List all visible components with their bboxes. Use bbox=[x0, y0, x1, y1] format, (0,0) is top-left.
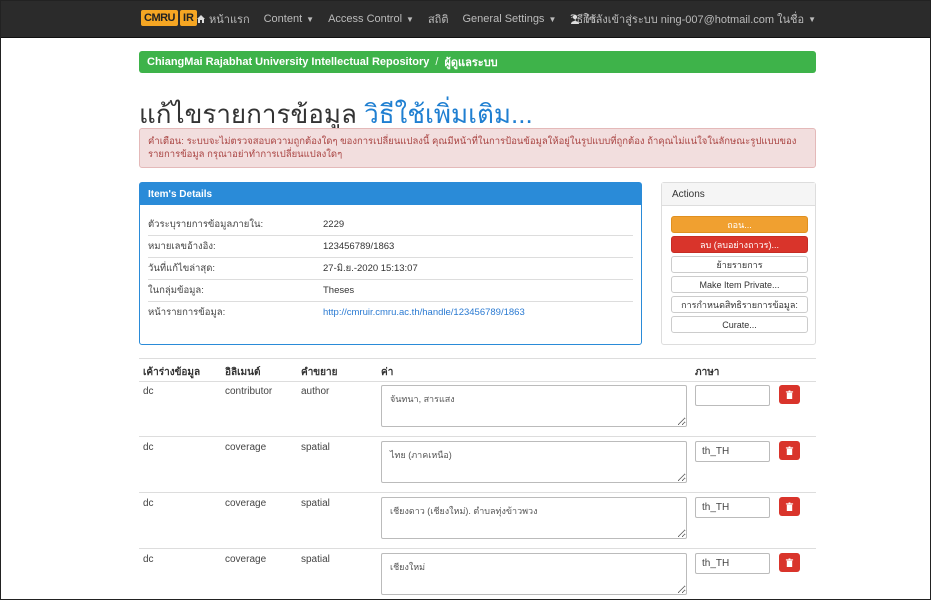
qualifier-cell: spatial bbox=[301, 442, 330, 453]
chevron-down-icon: ▼ bbox=[548, 14, 557, 24]
column-header-qualifier: คำขยาย bbox=[301, 367, 338, 378]
detail-label: ในกลุ่มข้อมูล: bbox=[148, 284, 204, 296]
language-input[interactable] bbox=[695, 385, 770, 406]
trash-icon bbox=[785, 446, 794, 455]
detail-row: หน้ารายการข้อมูล: http://cmruir.cmru.ac.… bbox=[148, 301, 633, 323]
item-details-heading: Item's Details bbox=[140, 183, 641, 205]
element-cell: contributor bbox=[225, 386, 273, 397]
element-cell: coverage bbox=[225, 498, 267, 509]
detail-value: 123456789/1863 bbox=[323, 240, 395, 252]
nav-statistics[interactable]: สถิติ bbox=[428, 10, 449, 28]
column-header-value: ค่า bbox=[381, 367, 394, 378]
nav-access-control-label: Access Control bbox=[328, 13, 403, 25]
language-input[interactable] bbox=[695, 497, 770, 518]
nav-statistics-label: สถิติ bbox=[427, 14, 449, 26]
value-textarea[interactable]: ไทย (ภาคเหนือ) bbox=[381, 441, 687, 483]
detail-label: หน้ารายการข้อมูล: bbox=[148, 306, 226, 318]
delete-field-button[interactable] bbox=[779, 553, 800, 572]
detail-label: ตัวระบุรายการข้อมูลภายใน: bbox=[148, 218, 264, 230]
top-navbar: CMRU IR หน้าแรก Content ▼ Access Control ▼… bbox=[1, 1, 930, 38]
schema-cell: dc bbox=[143, 442, 154, 453]
language-input[interactable] bbox=[695, 553, 770, 574]
table-row: dc contributor author จันทนา, สารแสง bbox=[139, 380, 816, 437]
nav-content-label: Content bbox=[263, 13, 303, 25]
brand-logo[interactable]: CMRU IR bbox=[141, 8, 197, 28]
element-cell: coverage bbox=[225, 554, 267, 565]
nav-access-control[interactable]: Access Control ▼ bbox=[328, 13, 414, 25]
trash-icon bbox=[785, 390, 794, 399]
item-page-link[interactable]: http://cmruir.cmru.ac.th/handle/12345678… bbox=[323, 307, 525, 318]
nav-home-label: หน้าแรก bbox=[209, 14, 250, 26]
authorizations-button[interactable]: การกำหนดสิทธิรายการข้อมูล: bbox=[671, 296, 808, 313]
column-header-language: ภาษา bbox=[695, 367, 720, 378]
move-item-button[interactable]: ย้ายรายการ bbox=[671, 256, 808, 273]
column-header-schema: เค้าร่างข้อมูล bbox=[143, 367, 201, 378]
trash-icon bbox=[785, 502, 794, 511]
detail-row: ตัวระบุรายการข้อมูลภายใน: 2229 bbox=[148, 213, 633, 236]
column-header-element: อิลิเมนต์ bbox=[225, 367, 261, 378]
detail-value: Theses bbox=[323, 284, 355, 296]
qualifier-cell: spatial bbox=[301, 498, 330, 509]
value-textarea[interactable]: เชียงใหม่ bbox=[381, 553, 687, 595]
make-private-button[interactable]: Make Item Private... bbox=[671, 276, 808, 293]
table-row: dc coverage spatial เชียงใหม่ bbox=[139, 548, 816, 599]
nav-content[interactable]: Content ▼ bbox=[264, 13, 314, 25]
nav-general-settings[interactable]: General Settings ▼ bbox=[463, 13, 557, 25]
metadata-table-header: เค้าร่างข้อมูล อิลิเมนต์ คำขยาย ค่า ภาษา bbox=[139, 358, 816, 382]
schema-cell: dc bbox=[143, 386, 154, 397]
trash-icon bbox=[785, 558, 794, 567]
table-row: dc coverage spatial เชียงดาว (เชียงใหม่)… bbox=[139, 492, 816, 549]
brand-logo-text: CMRU bbox=[141, 10, 178, 26]
chevron-down-icon: ▼ bbox=[306, 14, 315, 24]
brand-logo-badge: IR bbox=[180, 10, 197, 26]
breadcrumb-root[interactable]: ChiangMai Rajabhat University Intellectu… bbox=[147, 56, 429, 68]
detail-label: วันที่แก้ไขล่าสุด: bbox=[148, 262, 216, 274]
page-title-text: แก้ไขรายการข้อมูล bbox=[139, 99, 357, 129]
element-cell: coverage bbox=[225, 442, 267, 453]
nav-home[interactable]: หน้าแรก bbox=[196, 10, 250, 28]
schema-cell: dc bbox=[143, 498, 154, 509]
language-input[interactable] bbox=[695, 441, 770, 462]
qualifier-cell: spatial bbox=[301, 554, 330, 565]
user-icon bbox=[570, 14, 579, 24]
home-icon bbox=[197, 15, 205, 23]
user-menu-label: กำลังเข้าสู่ระบบ ning-007@hotmail.com ใน… bbox=[582, 14, 805, 26]
schema-cell: dc bbox=[143, 554, 154, 565]
delete-field-button[interactable] bbox=[779, 385, 800, 404]
delete-field-button[interactable] bbox=[779, 497, 800, 516]
detail-row: ในกลุ่มข้อมูล: Theses bbox=[148, 279, 633, 302]
breadcrumb-separator: / bbox=[435, 56, 439, 68]
detail-row: วันที่แก้ไขล่าสุด: 27-มิ.ย.-2020 15:13:0… bbox=[148, 257, 633, 280]
detail-label: หมายเลขอ้างอิง: bbox=[148, 240, 216, 252]
delete-field-button[interactable] bbox=[779, 441, 800, 460]
breadcrumb-current[interactable]: ผู้ดูแลระบบ bbox=[444, 53, 497, 71]
curate-button[interactable]: Curate... bbox=[671, 316, 808, 333]
chevron-down-icon: ▼ bbox=[406, 14, 414, 24]
item-details-panel: Item's Details ตัวระบุรายการข้อมูลภายใน:… bbox=[139, 182, 642, 345]
user-menu[interactable]: กำลังเข้าสู่ระบบ ning-007@hotmail.com ใน… bbox=[570, 1, 816, 37]
actions-heading: Actions bbox=[662, 183, 815, 206]
delete-button[interactable]: ลบ (ลบอย่างถาวร)... bbox=[671, 236, 808, 253]
main-menu: หน้าแรก Content ▼ Access Control ▼ สถิติ G… bbox=[196, 1, 610, 37]
value-textarea[interactable]: เชียงดาว (เชียงใหม่). ตำบลทุ่งข้าวพวง bbox=[381, 497, 687, 539]
value-textarea[interactable]: จันทนา, สารแสง bbox=[381, 385, 687, 427]
detail-value: 2229 bbox=[323, 218, 345, 230]
withdraw-button[interactable]: ถอน... bbox=[671, 216, 808, 233]
table-row: dc coverage spatial ไทย (ภาคเหนือ) bbox=[139, 436, 816, 493]
detail-row: หมายเลขอ้างอิง: 123456789/1863 bbox=[148, 235, 633, 258]
browser-frame: CMRU IR หน้าแรก Content ▼ Access Control ▼… bbox=[0, 0, 931, 600]
detail-value: 27-มิ.ย.-2020 15:13:07 bbox=[323, 262, 418, 274]
breadcrumb: ChiangMai Rajabhat University Intellectu… bbox=[139, 51, 816, 73]
warning-alert: คำเตือน: ระบบจะไม่ตรวจสอบความถูกต้องใดๆ … bbox=[139, 128, 816, 168]
actions-panel: Actions ถอน... ลบ (ลบอย่างถาวร)... ย้ายร… bbox=[661, 182, 816, 345]
qualifier-cell: author bbox=[301, 386, 330, 397]
nav-general-settings-label: General Settings bbox=[462, 13, 545, 25]
chevron-down-icon: ▼ bbox=[808, 14, 816, 24]
help-link[interactable]: วิธีใช้เพิ่มเติม... bbox=[364, 99, 533, 129]
